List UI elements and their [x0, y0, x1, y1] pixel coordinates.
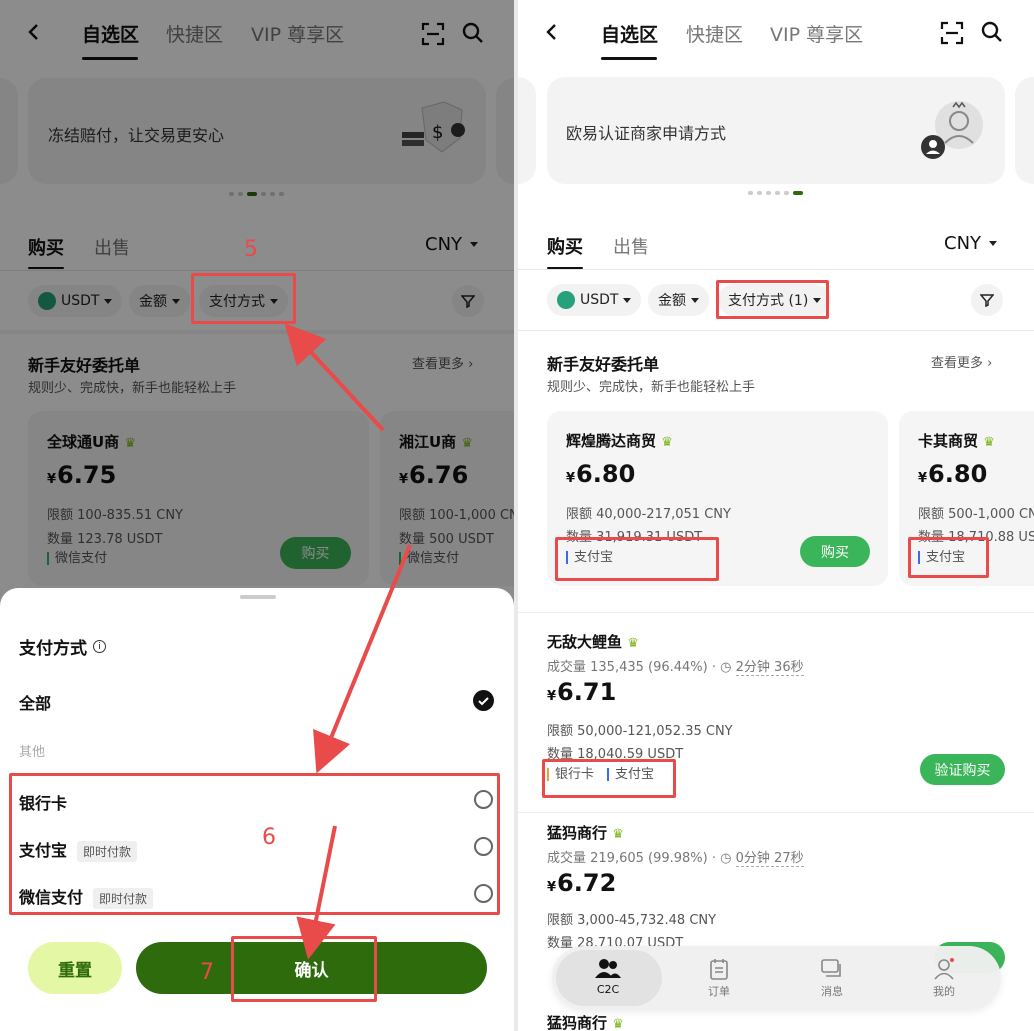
crown-icon: ♛: [627, 636, 639, 651]
order-icon: [710, 959, 728, 980]
bottom-nav: C2C 订单 消息 我的: [552, 946, 1001, 1010]
annotation-arrows: [284, 323, 412, 960]
crown-icon: ♛: [612, 1017, 624, 1031]
coin-filter[interactable]: USDT: [547, 284, 642, 316]
right-screen: 自选区 快捷区 VIP 尊享区 欧易认证商家申请方式 购买 出售 CNY USD…: [518, 0, 1034, 1031]
nav-profile[interactable]: 我的: [918, 958, 970, 999]
nav-c2c-label: C2C: [596, 983, 620, 996]
tab-favorites[interactable]: 自选区: [601, 20, 658, 47]
merchant-limit: 限额 3,000-45,732.48 CNY: [547, 913, 717, 928]
list-divider: [518, 612, 1034, 613]
currency-select[interactable]: CNY: [944, 233, 998, 254]
merchant-limit: 限额 500-1,000 CN: [918, 507, 1034, 522]
clock-icon: ◷: [720, 851, 732, 866]
merchant-name: 卡其商贸 ♛: [918, 430, 998, 451]
merchant-stats: 成交量 219,605 (99.98%) · ◷ 0分钟 27秒: [547, 851, 804, 867]
amount-filter[interactable]: 金额: [648, 284, 709, 316]
section-divider: [518, 330, 1034, 331]
banner-text: 欧易认证商家申请方式: [566, 124, 727, 143]
verify-buy-button[interactable]: 验证购买: [920, 754, 1005, 785]
chevron-down-icon: [691, 297, 699, 303]
crown-icon: ♛: [983, 435, 995, 450]
chevron-right-icon: ›: [987, 356, 993, 371]
highlight-alipay-tag: [908, 537, 989, 578]
divider: [518, 269, 1034, 270]
highlight-alipay-tag: [555, 537, 719, 581]
section-title: 新手友好委托单: [547, 355, 660, 374]
buy-button[interactable]: 购买: [800, 536, 870, 567]
crown-icon: ♛: [612, 827, 624, 842]
scan-icon[interactable]: [940, 21, 964, 45]
merchant-name: 猛犸商行 ♛: [547, 1012, 627, 1031]
merchant-name: 猛犸商行 ♛: [547, 822, 627, 843]
left-screen: 自选区 快捷区 VIP 尊享区 冻结赔付，让交易更安心 $ 购买 出售 CNY …: [0, 0, 514, 1031]
usdt-icon: [557, 291, 575, 309]
merchant-limit: 限额 40,000-217,051 CNY: [566, 507, 731, 522]
filter-button[interactable]: [971, 284, 1003, 316]
tab-underline: [601, 57, 657, 60]
search-icon[interactable]: [980, 20, 1004, 44]
promo-banner[interactable]: 欧易认证商家申请方式: [547, 77, 1005, 184]
merchant-price: ¥6.72: [547, 869, 617, 897]
view-more-link[interactable]: 查看更多 ›: [931, 352, 992, 371]
view-more-label: 查看更多: [931, 356, 984, 371]
merchant-price: ¥6.80: [566, 460, 636, 488]
banner-prev: [518, 77, 536, 184]
crown-icon: ♛: [661, 435, 673, 450]
tab-buy[interactable]: 购买: [547, 233, 583, 259]
currency-label: CNY: [944, 233, 982, 254]
highlight-payment-tags: [542, 759, 676, 798]
section-subtitle: 规则少、完成快，新手也能轻松上手: [547, 380, 756, 395]
back-icon[interactable]: [542, 22, 562, 42]
highlight-payment-filter: [716, 280, 829, 319]
tab-sell[interactable]: 出售: [613, 233, 649, 259]
merchant-price: ¥6.80: [918, 460, 988, 488]
nav-c2c[interactable]: C2C: [582, 958, 634, 996]
nav-messages-label: 消息: [821, 985, 843, 998]
clock-icon: ◷: [720, 660, 732, 675]
coin-label: USDT: [580, 292, 619, 308]
carousel-dots: [748, 191, 803, 195]
nav-messages[interactable]: 消息: [806, 958, 858, 999]
user-icon: [934, 958, 954, 980]
tab-quick[interactable]: 快捷区: [686, 20, 743, 47]
funnel-icon: [980, 294, 994, 307]
banner-next: [1015, 77, 1034, 184]
nav-orders[interactable]: 订单: [693, 958, 745, 999]
chevron-down-icon: [623, 297, 632, 303]
amount-label: 金额: [658, 293, 686, 309]
merchant-name: 无敌大鲤鱼 ♛: [547, 631, 642, 652]
tab-vip[interactable]: VIP 尊享区: [770, 20, 863, 47]
certified-merchant-icon: [919, 99, 985, 161]
nav-orders-label: 订单: [708, 985, 730, 998]
message-icon: [821, 959, 841, 977]
merchant-limit: 限额 50,000-121,052.35 CNY: [547, 724, 733, 739]
chevron-down-icon: [989, 241, 998, 246]
merchant-name: 辉煌腾达商贸 ♛: [566, 430, 676, 451]
nav-profile-label: 我的: [933, 985, 955, 998]
merchant-price: ¥6.71: [547, 678, 617, 706]
list-divider: [518, 812, 1034, 813]
users-icon: [595, 959, 621, 978]
merchant-stats: 成交量 135,435 (96.44%) · ◷ 2分钟 36秒: [547, 660, 804, 676]
